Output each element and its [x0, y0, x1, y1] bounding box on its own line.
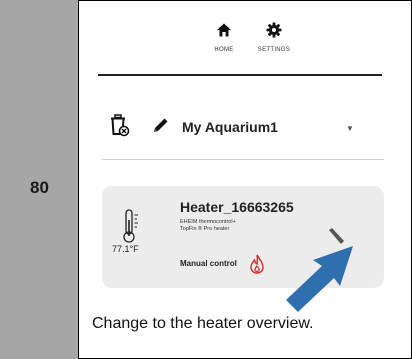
heater-model-line1: EHEIM thermocontrol+ [180, 219, 236, 225]
pointer-arrow [286, 246, 353, 312]
edit-icon[interactable] [326, 226, 346, 246]
step-column: 80 [0, 0, 79, 359]
heater-name: Heater_16663265 [180, 199, 294, 215]
pencil-icon[interactable] [152, 116, 170, 134]
heater-temperature: 77.1°F [112, 244, 139, 254]
tab-settings-label: SETTINGS [257, 47, 291, 53]
gear-icon [266, 22, 282, 38]
heater-model-line2: TopFin ® Pro heater [180, 226, 230, 232]
screenshot-panel: HOME SETTINGS My Aquarium1 ▼ 77.1°F Heat… [80, 0, 412, 359]
heater-mode: Manual control [180, 259, 237, 268]
home-icon [217, 23, 231, 37]
heater-model: EHEIM thermocontrol+ TopFin ® Pro heater [180, 219, 300, 233]
trash-icon[interactable] [110, 114, 130, 138]
aquarium-selector: My Aquarium1 ▼ [102, 110, 384, 160]
flame-icon [250, 254, 264, 274]
aquarium-name[interactable]: My Aquarium1 [182, 119, 278, 135]
top-navigation: HOME SETTINGS [98, 0, 382, 76]
chevron-down-icon[interactable]: ▼ [346, 124, 354, 133]
tab-settings[interactable]: SETTINGS [244, 22, 304, 53]
step-caption: Change to the heater overview. [92, 315, 314, 332]
thermometer-icon [123, 209, 138, 243]
step-number: 80 [30, 178, 49, 197]
